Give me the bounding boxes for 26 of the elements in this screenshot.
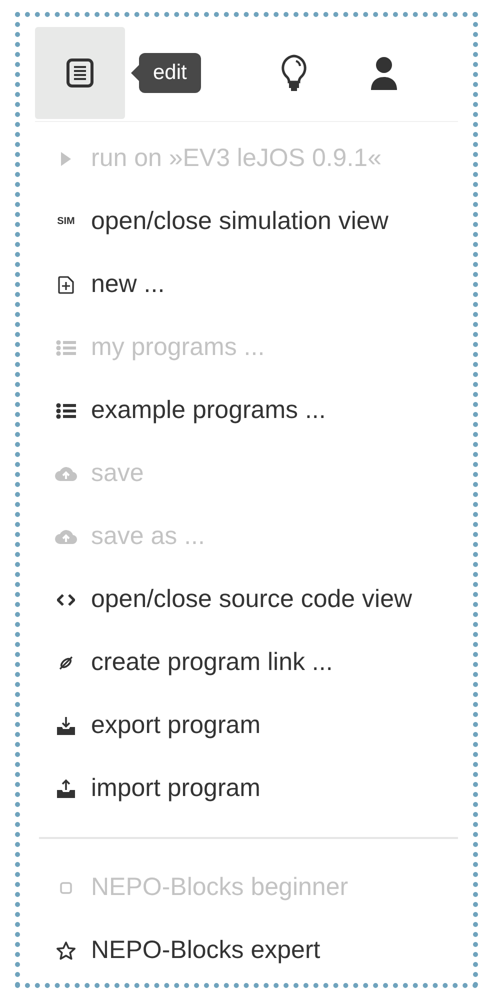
tray-download-icon	[56, 716, 76, 736]
cloud-upload-icon	[55, 466, 77, 481]
list-icon	[56, 402, 76, 418]
tooltip: edit	[139, 53, 201, 93]
menu-item[interactable]: NEPO-Blocks expert	[35, 919, 458, 982]
document-icon	[66, 58, 94, 88]
square-icon	[60, 882, 72, 894]
play-icon	[61, 152, 71, 166]
lightbulb-icon	[280, 54, 308, 92]
user-icon	[370, 56, 398, 90]
menu-item[interactable]: create program link ...	[35, 631, 458, 694]
star-icon	[56, 940, 76, 960]
cloud-upload-icon	[55, 529, 77, 544]
menu-item[interactable]: open/close source code view	[35, 568, 458, 631]
list-icon	[56, 340, 76, 356]
sim-icon: SIM	[57, 216, 75, 227]
menu-item[interactable]: export program	[35, 694, 458, 757]
link-icon	[58, 654, 74, 670]
menu-item[interactable]: example programs ...	[35, 379, 458, 442]
code-icon	[57, 594, 75, 606]
menu-item[interactable]: SIM open/close simulation view	[35, 190, 458, 253]
menu-item[interactable]: import program	[35, 757, 458, 820]
file-plus-icon	[58, 276, 74, 294]
tray-upload-icon	[56, 778, 76, 798]
tab[interactable]	[35, 27, 125, 119]
menu-item[interactable]: new ...	[35, 253, 458, 316]
